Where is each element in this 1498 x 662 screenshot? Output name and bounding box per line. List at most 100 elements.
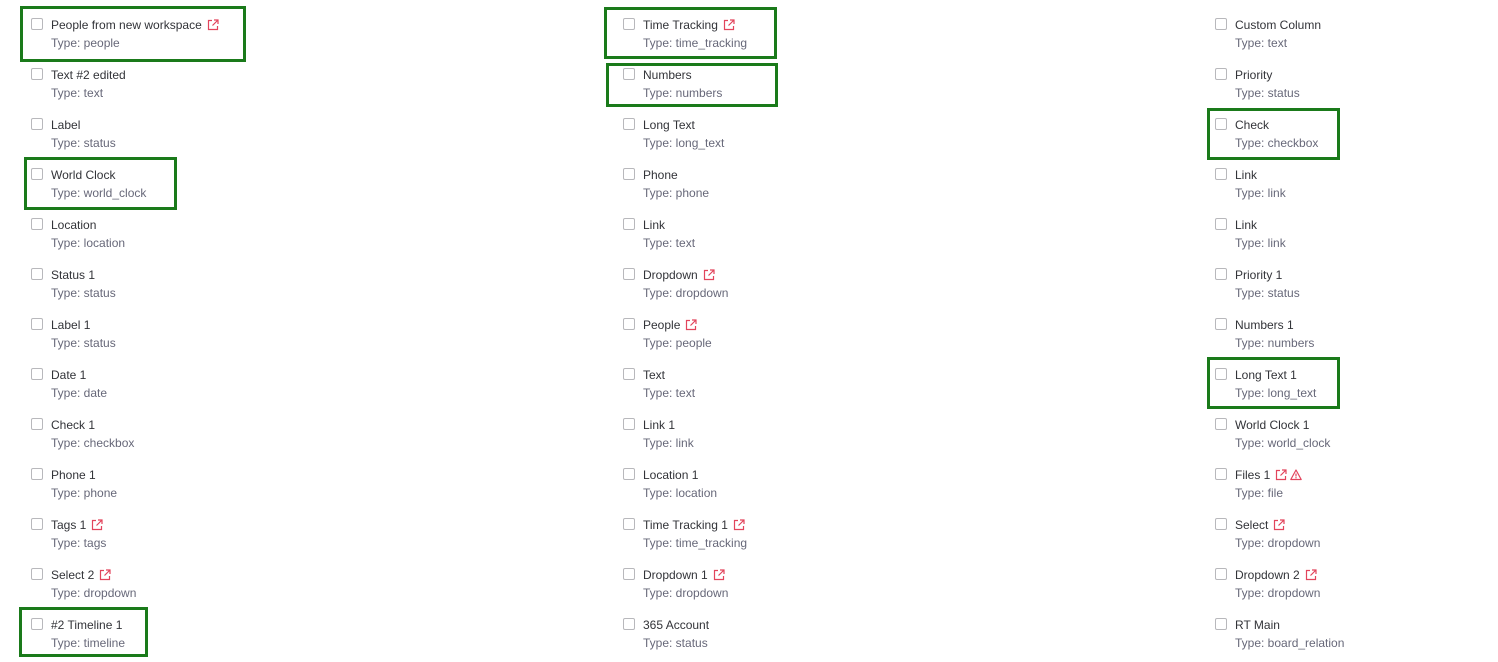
option-name: Numbers 1 [1235, 318, 1294, 332]
checkbox[interactable] [1215, 568, 1227, 580]
option-type: Type: long_text [643, 136, 725, 150]
option-type: Type: status [643, 636, 708, 650]
option-name: Label [51, 118, 81, 132]
checkbox[interactable] [31, 318, 43, 330]
option-name: Priority 1 [1235, 268, 1283, 282]
checkbox[interactable] [31, 518, 43, 530]
external-link-icon[interactable] [703, 269, 715, 281]
option-name: Text #2 edited [51, 68, 126, 82]
option-name: Select 2 [51, 568, 95, 582]
checkbox[interactable] [623, 518, 635, 530]
external-link-icon[interactable] [1305, 569, 1317, 581]
option-type: Type: phone [643, 186, 710, 200]
option-name: Dropdown 2 [1235, 568, 1300, 582]
option-type: Type: world_clock [51, 186, 147, 200]
checkbox[interactable] [1215, 418, 1227, 430]
option-name: Status 1 [51, 268, 96, 282]
column-selection-panel: People from new workspace Type: people T… [0, 0, 1498, 662]
external-link-icon[interactable] [207, 19, 219, 31]
option-type: Type: world_clock [1235, 436, 1331, 450]
option-name: Link [643, 218, 666, 232]
highlight-box [1207, 357, 1340, 409]
option-name: Date 1 [51, 368, 87, 382]
option-name: Long Text 1 [1235, 368, 1297, 382]
external-link-icon[interactable] [733, 519, 745, 531]
checkbox[interactable] [623, 568, 635, 580]
checkbox[interactable] [623, 318, 635, 330]
checkbox[interactable] [1215, 618, 1227, 630]
option-name: Phone 1 [51, 468, 96, 482]
checkbox[interactable] [31, 68, 43, 80]
option-type: Type: checkbox [1235, 136, 1319, 150]
checkbox[interactable] [623, 168, 635, 180]
checkbox[interactable] [31, 418, 43, 430]
checkbox[interactable] [1215, 68, 1227, 80]
checkbox[interactable] [1215, 318, 1227, 330]
checkbox[interactable] [31, 268, 43, 280]
checkbox[interactable] [31, 168, 43, 180]
option-name: World Clock [51, 168, 116, 182]
option-type: Type: numbers [1235, 336, 1315, 350]
option-type: Type: time_tracking [643, 36, 748, 50]
checkbox[interactable] [31, 618, 43, 630]
external-link-icon[interactable] [713, 569, 725, 581]
option-name: Custom Column [1235, 18, 1322, 32]
option-name: 365 Account [643, 618, 710, 632]
checkbox[interactable] [1215, 118, 1227, 130]
option-name: RT Main [1235, 618, 1280, 632]
checkbox[interactable] [1215, 368, 1227, 380]
checkbox[interactable] [623, 368, 635, 380]
external-link-icon[interactable] [685, 319, 697, 331]
option-name: Priority [1235, 68, 1273, 82]
option-type: Type: status [1235, 286, 1300, 300]
option-name: Label 1 [51, 318, 91, 332]
checkbox[interactable] [623, 268, 635, 280]
highlight-box [1207, 108, 1340, 160]
option-type: Type: checkbox [51, 436, 135, 450]
external-link-icon[interactable] [723, 19, 735, 31]
option-name: Time Tracking 1 [643, 518, 728, 532]
option-type: Type: status [51, 286, 116, 300]
checkbox[interactable] [1215, 218, 1227, 230]
option-type: Type: numbers [643, 86, 723, 100]
checkbox[interactable] [1215, 18, 1227, 30]
checkbox[interactable] [1215, 168, 1227, 180]
option-type: Type: dropdown [51, 586, 137, 600]
option-name: Files 1 [1235, 468, 1271, 482]
warning-icon [1290, 469, 1303, 481]
external-link-icon[interactable] [91, 519, 103, 531]
checkbox[interactable] [31, 368, 43, 380]
option-name: Link [1235, 218, 1258, 232]
checkbox[interactable] [31, 568, 43, 580]
checkbox[interactable] [623, 418, 635, 430]
option-name: People from new workspace [51, 18, 202, 32]
checkbox[interactable] [31, 218, 43, 230]
external-link-icon[interactable] [99, 569, 111, 581]
checkbox[interactable] [1215, 518, 1227, 530]
checkbox[interactable] [623, 618, 635, 630]
checkbox[interactable] [1215, 268, 1227, 280]
option-name: Time Tracking [643, 18, 718, 32]
checkbox[interactable] [623, 468, 635, 480]
checkbox[interactable] [623, 218, 635, 230]
checkbox[interactable] [623, 68, 635, 80]
option-type: Type: location [51, 236, 126, 250]
highlight-box [20, 6, 246, 62]
external-link-icon[interactable] [1273, 519, 1285, 531]
checkbox[interactable] [623, 118, 635, 130]
option-name: #2 Timeline 1 [51, 618, 123, 632]
external-link-icon[interactable] [1275, 469, 1287, 481]
option-name: Check 1 [51, 418, 96, 432]
option-type: Type: text [643, 236, 696, 250]
checkbox[interactable] [1215, 468, 1227, 480]
checkbox[interactable] [623, 18, 635, 30]
option-type: Type: time_tracking [643, 536, 748, 550]
option-type: Type: tags [51, 536, 107, 550]
highlight-box [24, 157, 177, 210]
option-type: Type: text [1235, 36, 1288, 50]
checkbox[interactable] [31, 18, 43, 30]
checkbox[interactable] [31, 118, 43, 130]
option-type: Type: status [1235, 86, 1300, 100]
option-type: Type: location [643, 486, 718, 500]
checkbox[interactable] [31, 468, 43, 480]
